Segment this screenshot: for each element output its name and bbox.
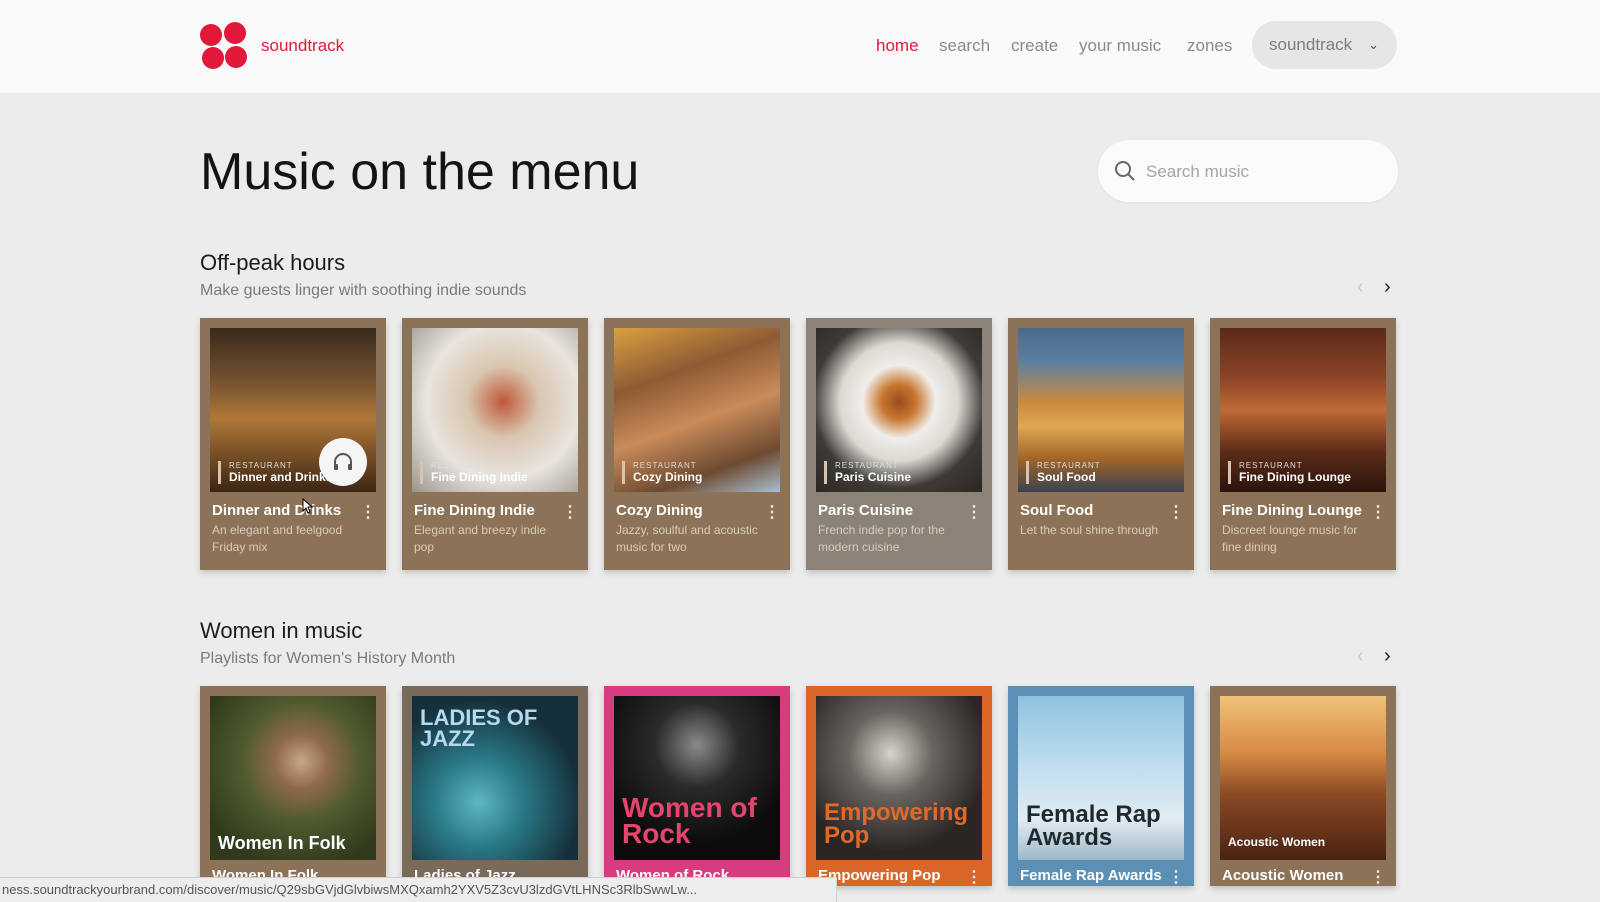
scroll-left-icon[interactable]: ‹ xyxy=(1357,645,1364,668)
playlist-card-dinner-and-drinks[interactable]: RESTAURANT Dinner and Drinks Dinner and … xyxy=(200,318,386,570)
playlist-card-fine-dining-lounge[interactable]: RESTAURANT Fine Dining Lounge Fine Dinin… xyxy=(1210,318,1396,570)
search-box[interactable] xyxy=(1098,140,1398,202)
artwork-label: RESTAURANT Paris Cuisine xyxy=(824,461,911,484)
section-title-women-in-music: Women in music xyxy=(200,618,363,643)
section-subtitle-off-peak: Make guests linger with soothing indie s… xyxy=(200,282,527,299)
nav-search[interactable]: search xyxy=(939,36,990,56)
playlist-artwork: Women In Folk xyxy=(210,696,376,860)
more-options-icon[interactable]: ⋮ xyxy=(1168,502,1184,522)
scroll-right-icon[interactable]: › xyxy=(1384,276,1391,299)
playlist-name: Fine Dining Indie xyxy=(414,502,535,519)
search-input[interactable] xyxy=(1144,158,1368,186)
artwork-label: RESTAURANT Fine Dining Indie xyxy=(420,461,528,484)
search-icon xyxy=(1115,161,1135,181)
playlist-name: Female Rap Awards xyxy=(1020,867,1162,884)
playlist-description: An elegant and feelgood Friday mix xyxy=(212,523,343,554)
more-options-icon[interactable]: ⋮ xyxy=(1168,867,1184,887)
soundtrack-logo[interactable] xyxy=(200,22,248,70)
playlist-card-soul-food[interactable]: RESTAURANT Soul Food Soul Food ⋮ Let the… xyxy=(1008,318,1194,570)
playlist-card-cozy-dining[interactable]: RESTAURANT Cozy Dining Cozy Dining ⋮ Jaz… xyxy=(604,318,790,570)
account-menu-button[interactable]: soundtrack ⌄ xyxy=(1252,21,1397,69)
more-options-icon[interactable]: ⋮ xyxy=(966,867,982,887)
mouse-pointer-icon xyxy=(302,498,314,514)
more-options-icon[interactable]: ⋮ xyxy=(1370,867,1386,887)
playlist-artwork: Empowering Pop xyxy=(816,696,982,860)
nav-home[interactable]: home xyxy=(876,36,919,56)
playlist-description: French indie pop for the modern cuisine xyxy=(818,523,945,554)
playlist-name: Empowering Pop xyxy=(818,867,941,884)
playlist-name: Cozy Dining xyxy=(616,502,703,519)
playlist-artwork: Women of Rock xyxy=(614,696,780,860)
top-navigation-bar: soundtrack home search create your music… xyxy=(0,0,1600,93)
artwork-label: RESTAURANT Soul Food xyxy=(1026,461,1101,484)
brand-name[interactable]: soundtrack xyxy=(261,36,344,56)
playlist-artwork: RESTAURANT Fine Dining Lounge xyxy=(1220,328,1386,492)
playlist-name: Fine Dining Lounge xyxy=(1222,502,1362,519)
playlist-card-acoustic-women[interactable]: Acoustic Women Acoustic Women ⋮ xyxy=(1210,686,1396,886)
playlist-description: Let the soul shine through xyxy=(1020,523,1159,537)
playlist-artwork: Female Rap Awards xyxy=(1018,696,1184,860)
scroll-left-icon[interactable]: ‹ xyxy=(1357,276,1364,299)
nav-zones[interactable]: zones xyxy=(1187,36,1232,56)
nav-create[interactable]: create xyxy=(1011,36,1058,56)
more-options-icon[interactable]: ⋮ xyxy=(360,502,376,522)
account-name: soundtrack xyxy=(1269,35,1353,54)
playlist-name: Soul Food xyxy=(1020,502,1094,519)
playlist-name: Acoustic Women xyxy=(1222,867,1344,884)
section-title-off-peak: Off-peak hours xyxy=(200,250,346,275)
playlist-card-women-in-folk[interactable]: Women In Folk Women In Folk xyxy=(200,686,386,886)
artwork-label: RESTAURANT Cozy Dining xyxy=(622,461,702,484)
playlist-artwork: RESTAURANT Fine Dining Indie xyxy=(412,328,578,492)
playlist-card-fine-dining-indie[interactable]: RESTAURANT Fine Dining Indie Fine Dining… xyxy=(402,318,588,570)
chevron-down-icon: ⌄ xyxy=(1368,37,1379,52)
page-title: Music on the menu xyxy=(200,143,640,201)
playlist-artwork: LADIES OF JAZZ xyxy=(412,696,578,860)
playlist-card-female-rap-awards[interactable]: Female Rap Awards Female Rap Awards ⋮ xyxy=(1008,686,1194,886)
more-options-icon[interactable]: ⋮ xyxy=(966,502,982,522)
more-options-icon[interactable]: ⋮ xyxy=(562,502,578,522)
playlist-artwork: RESTAURANT Soul Food xyxy=(1018,328,1184,492)
nav-your-music[interactable]: your music xyxy=(1079,36,1161,56)
playlist-card-ladies-of-jazz[interactable]: LADIES OF JAZZ Ladies of Jazz xyxy=(402,686,588,886)
playlist-card-women-of-rock[interactable]: Women of Rock Women of Rock xyxy=(604,686,790,886)
headphones-icon[interactable] xyxy=(319,438,367,486)
section-subtitle-women-in-music: Playlists for Women's History Month xyxy=(200,650,456,667)
playlist-artwork: RESTAURANT Paris Cuisine xyxy=(816,328,982,492)
more-options-icon[interactable]: ⋮ xyxy=(1370,502,1386,522)
playlist-name: Dinner and Drinks xyxy=(212,502,342,519)
playlist-artwork: RESTAURANT Cozy Dining xyxy=(614,328,780,492)
browser-status-bar-url: ness.soundtrackyourbrand.com/discover/mu… xyxy=(0,877,837,902)
more-options-icon[interactable]: ⋮ xyxy=(764,502,780,522)
artwork-label: RESTAURANT Fine Dining Lounge xyxy=(1228,461,1351,484)
playlist-name: Paris Cuisine xyxy=(818,502,914,519)
playlist-description: Elegant and breezy indie pop xyxy=(414,523,547,554)
playlist-card-empowering-pop[interactable]: Empowering Pop Empowering Pop ⋮ xyxy=(806,686,992,886)
playlist-description: Discreet lounge music for fine dining xyxy=(1222,523,1358,554)
artwork-label: RESTAURANT Dinner and Drinks xyxy=(218,461,332,484)
playlist-artwork: Acoustic Women xyxy=(1220,696,1386,860)
playlist-card-paris-cuisine[interactable]: RESTAURANT Paris Cuisine Paris Cuisine ⋮… xyxy=(806,318,992,570)
scroll-right-icon[interactable]: › xyxy=(1384,645,1391,668)
playlist-description: Jazzy, soulful and acoustic music for tw… xyxy=(616,523,758,554)
